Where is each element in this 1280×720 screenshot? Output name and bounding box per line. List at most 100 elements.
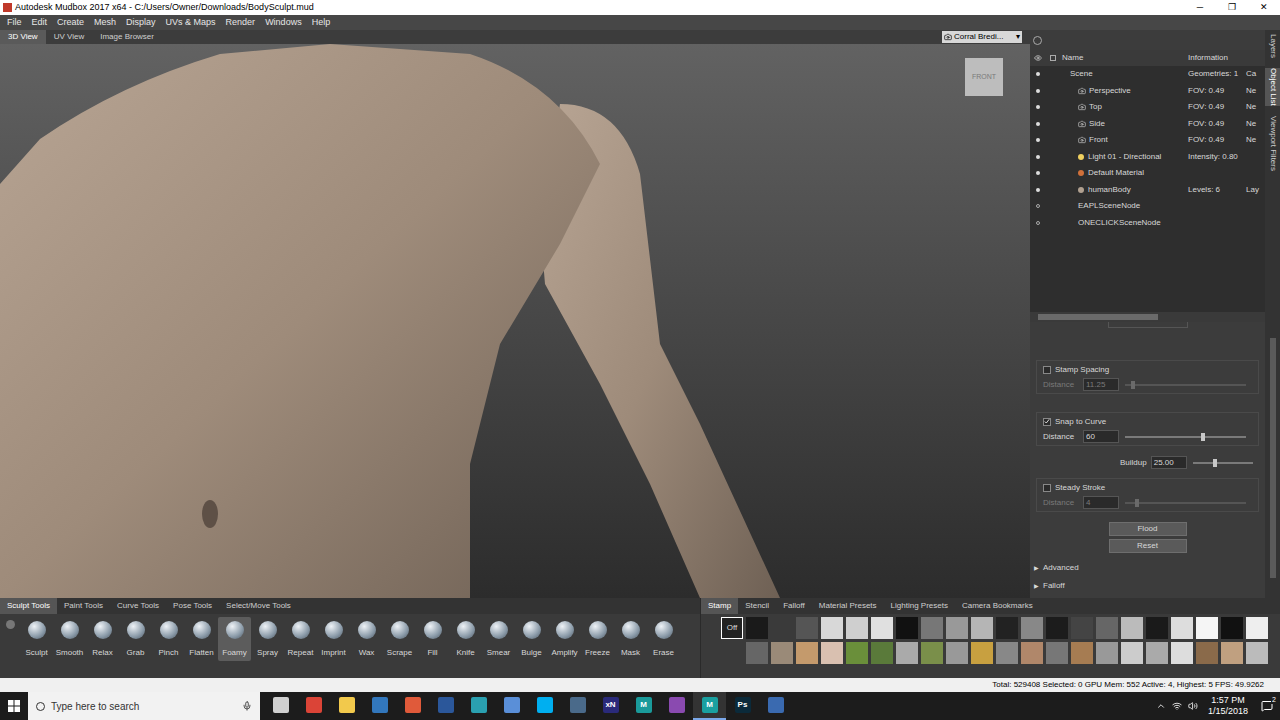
stamp-thumbnail[interactable] [746, 617, 768, 639]
window-control[interactable]: ─ [1184, 0, 1216, 15]
object-row[interactable]: Default Material [1030, 165, 1265, 182]
stamp-thumbnail[interactable] [796, 617, 818, 639]
stamp-thumbnail[interactable] [1196, 617, 1218, 639]
tool-tab[interactable]: Select/Move Tools [219, 598, 298, 614]
stamp-thumbnail[interactable] [1246, 617, 1268, 639]
object-row[interactable]: ONECLICKSceneNode [1030, 215, 1265, 232]
side-tab[interactable]: Object List [1265, 68, 1280, 106]
clock[interactable]: 1:57 PM1/15/2018 [1204, 695, 1252, 717]
object-row[interactable]: SideFOV: 0.49Ne [1030, 116, 1265, 133]
stamp-thumbnail[interactable] [1071, 617, 1093, 639]
sculpt-tool[interactable]: Bulge [515, 617, 548, 661]
stamp-thumbnail[interactable] [996, 617, 1018, 639]
sculpt-tool[interactable]: Wax [350, 617, 383, 661]
visibility-dot[interactable] [1036, 72, 1040, 76]
sculpt-tool[interactable]: Grab [119, 617, 152, 661]
menu-item[interactable]: Help [307, 16, 336, 30]
side-tab[interactable]: Layers [1265, 34, 1280, 58]
stamp-thumbnail[interactable] [971, 642, 993, 664]
sculpt-tool[interactable]: Mask [614, 617, 647, 661]
object-row[interactable]: EAPLSceneNode [1030, 198, 1265, 215]
taskbar-app[interactable] [363, 692, 396, 720]
stamp-thumbnail[interactable] [746, 642, 768, 664]
stamp-thumbnail[interactable] [1146, 642, 1168, 664]
camera-dropdown[interactable]: Corral Bredi...▾ [942, 31, 1022, 43]
stamp-thumbnail[interactable] [871, 642, 893, 664]
steady-stroke-slider[interactable] [1125, 498, 1246, 508]
stamp-thumbnail[interactable] [1221, 617, 1243, 639]
tool-tab[interactable]: Sculpt Tools [0, 598, 57, 614]
view-tab[interactable]: UV View [46, 30, 93, 44]
menu-item[interactable]: Windows [260, 16, 307, 30]
taskbar-app[interactable] [495, 692, 528, 720]
visibility-dot[interactable] [1036, 155, 1040, 159]
buildup-slider[interactable] [1193, 458, 1253, 468]
stamp-tab[interactable]: Camera Bookmarks [955, 598, 1040, 614]
slider-thumb[interactable] [1135, 499, 1139, 507]
object-row[interactable]: SceneGeometries: 1Ca [1030, 66, 1265, 83]
snap-to-curve-slider[interactable] [1125, 432, 1246, 442]
stamp-thumbnail[interactable] [1196, 642, 1218, 664]
sculpt-tool[interactable]: Flatten [185, 617, 218, 661]
taskbar-app[interactable] [462, 692, 495, 720]
stamp-thumbnail[interactable] [846, 617, 868, 639]
taskbar-app[interactable]: xN [594, 692, 627, 720]
notification-center[interactable]: 2 [1258, 700, 1276, 712]
view-tab[interactable]: 3D View [0, 30, 46, 44]
slider-thumb[interactable] [1131, 381, 1135, 389]
side-tab[interactable]: Viewport Filters [1265, 116, 1280, 171]
tool-tab[interactable]: Pose Tools [166, 598, 219, 614]
stamp-thumbnail[interactable] [821, 617, 843, 639]
sculpt-tool[interactable]: Foamy [218, 617, 251, 661]
visibility-dot[interactable] [1036, 221, 1040, 225]
menu-item[interactable]: Mesh [89, 16, 121, 30]
taskbar-app[interactable] [297, 692, 330, 720]
action-button[interactable]: Reset [1109, 539, 1187, 553]
stamp-thumbnail[interactable] [1121, 642, 1143, 664]
stamp-thumbnail[interactable] [946, 617, 968, 639]
taskbar-app[interactable] [759, 692, 792, 720]
taskbar-app[interactable] [660, 692, 693, 720]
stamp-thumbnail[interactable] [1096, 617, 1118, 639]
taskbar-app[interactable] [429, 692, 462, 720]
window-control[interactable]: ✕ [1248, 0, 1280, 15]
stamp-spacing-checkbox[interactable] [1043, 366, 1051, 374]
stamp-thumbnail[interactable] [1021, 642, 1043, 664]
value-field[interactable]: 25.00 [1151, 456, 1187, 469]
stamp-thumbnail[interactable] [796, 642, 818, 664]
stamp-thumbnail[interactable] [821, 642, 843, 664]
slider-thumb[interactable] [1213, 459, 1217, 467]
stamp-tab[interactable]: Lighting Presets [884, 598, 955, 614]
stamp-thumbnail[interactable] [1046, 617, 1068, 639]
start-button[interactable] [0, 692, 28, 720]
visibility-dot[interactable] [1036, 122, 1040, 126]
sculpt-tool[interactable]: Fill [416, 617, 449, 661]
stamp-thumbnail[interactable] [896, 642, 918, 664]
stamp-tab[interactable]: Material Presets [812, 598, 884, 614]
tray-expand-icon[interactable] [1156, 701, 1166, 711]
snap-to-curve-checkbox[interactable] [1043, 418, 1051, 426]
object-row[interactable]: Light 01 - DirectionalIntensity: 0.80 [1030, 149, 1265, 166]
visibility-dot[interactable] [1036, 171, 1040, 175]
sculpt-tool[interactable]: Smear [482, 617, 515, 661]
volume-icon[interactable] [1188, 701, 1198, 711]
sculpt-tool[interactable]: Smooth [53, 617, 86, 661]
stamp-thumbnail[interactable] [1246, 642, 1268, 664]
sculpt-tool[interactable]: Relax [86, 617, 119, 661]
vertical-scrollbar[interactable] [1270, 338, 1276, 578]
collapsible-section[interactable]: ▶Falloff [1034, 580, 1265, 592]
stamp-tab[interactable]: Falloff [776, 598, 812, 614]
sculpt-tool[interactable]: Repeat [284, 617, 317, 661]
stamp-thumbnail[interactable] [1121, 617, 1143, 639]
visibility-dot[interactable] [1036, 138, 1040, 142]
stamp-thumbnail[interactable] [971, 617, 993, 639]
sculpt-tool[interactable]: Amplify [548, 617, 581, 661]
taskbar-app[interactable] [264, 692, 297, 720]
stamp-thumbnail[interactable] [1021, 617, 1043, 639]
stamp-thumbnail[interactable] [1221, 642, 1243, 664]
stamp-thumbnail[interactable] [921, 617, 943, 639]
stamp-thumbnail[interactable] [871, 617, 893, 639]
menu-item[interactable]: Edit [27, 16, 53, 30]
menu-item[interactable]: UVs & Maps [161, 16, 221, 30]
stamp-thumbnail[interactable] [1146, 617, 1168, 639]
